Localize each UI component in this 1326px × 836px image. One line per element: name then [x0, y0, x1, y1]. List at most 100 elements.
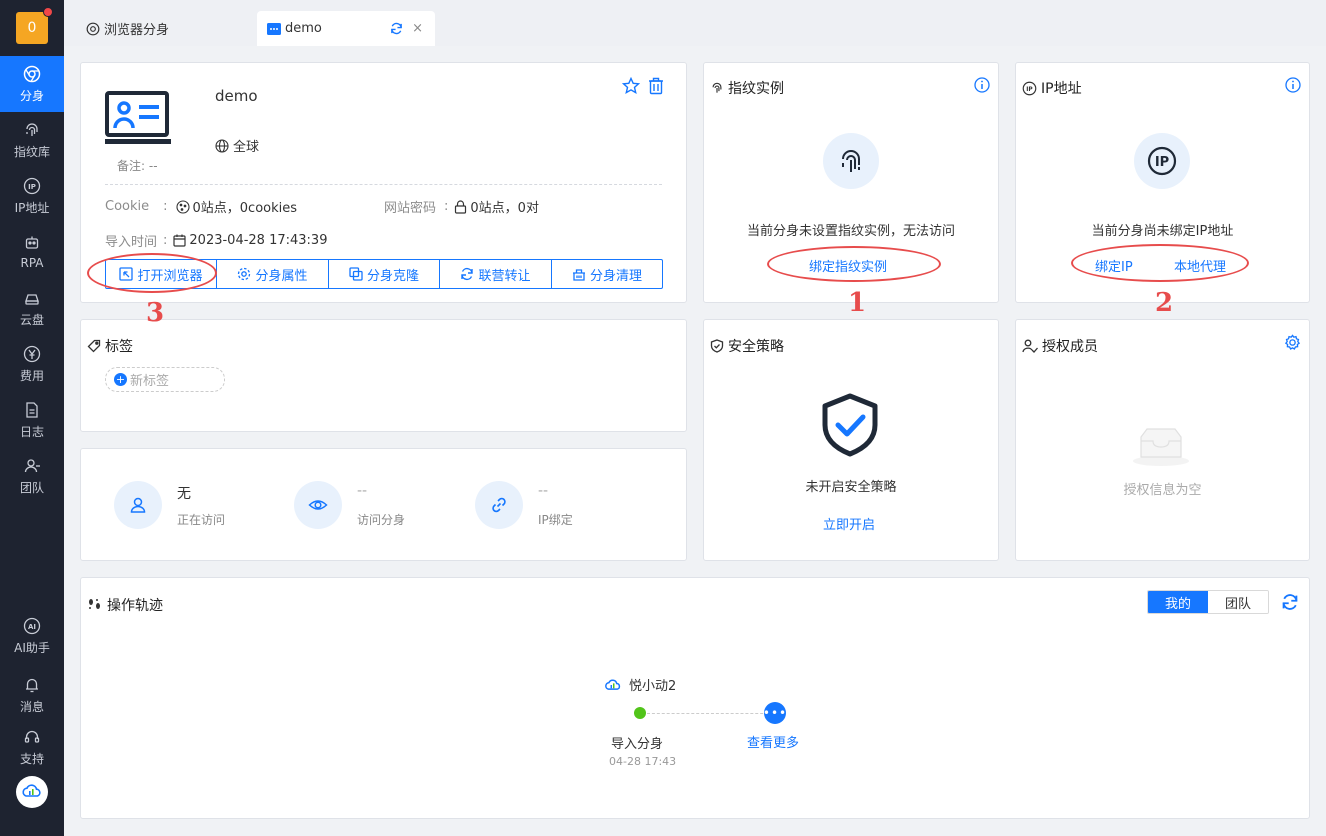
svg-text:IP: IP — [1155, 155, 1169, 170]
info-icon[interactable] — [974, 77, 990, 93]
toggle-team[interactable]: 团队 — [1208, 591, 1268, 613]
tab-bar: 浏览器分身 demo × — [64, 0, 1326, 46]
views-stat-circle — [294, 481, 342, 529]
cookie-label: Cookie — [105, 199, 150, 214]
new-tag-label: 新标签 — [130, 374, 170, 389]
access-value: -- — [357, 483, 368, 499]
svg-text:IP: IP — [28, 183, 36, 191]
panel-title-text: 安全策略 — [728, 339, 784, 355]
settings-gear-icon[interactable] — [1284, 334, 1301, 351]
footprint-icon — [89, 599, 100, 609]
sidebar: 0 分身 指纹库 IP IP地址 RPA 云盘 费用 日志 团队 AI AI助手… — [0, 0, 64, 836]
security-message: 未开启安全策略 — [805, 480, 897, 495]
visiting-label: 正在访问 — [177, 513, 226, 527]
sidebar-item-billing[interactable]: 费用 — [0, 336, 64, 392]
tag-icon — [87, 339, 101, 353]
trail-event-label: 导入分身 — [611, 737, 664, 752]
enable-security-link[interactable]: 立即开启 — [823, 514, 875, 533]
ip-bind-stat-circle — [475, 481, 523, 529]
notification-badge[interactable]: 0 — [16, 7, 53, 44]
profile-properties-button[interactable]: 分身属性 — [217, 260, 329, 288]
annotation-number-1: 1 — [848, 288, 867, 318]
sidebar-item-fingerprints[interactable]: 指纹库 — [0, 112, 64, 168]
svg-text:AI: AI — [28, 623, 36, 631]
fingerprint-illustration — [823, 133, 879, 189]
trail-event-dot — [634, 707, 646, 719]
user-auth-icon — [1022, 339, 1038, 353]
visiting-value: 无 — [177, 486, 191, 502]
robot-icon — [25, 236, 39, 249]
lock-icon — [455, 199, 467, 214]
ip-icon: IP — [1147, 146, 1177, 176]
sidebar-item-label: 分身 — [19, 88, 44, 103]
sidebar-item-team[interactable]: 团队 — [0, 448, 64, 504]
sidebar-item-label: 费用 — [19, 368, 44, 383]
user-icon — [130, 497, 146, 513]
star-icon[interactable] — [622, 77, 640, 95]
sidebar-item-label: 消息 — [19, 699, 44, 714]
operation-trail-panel: 操作轨迹 我的 团队 悦小动2 ••• 导入分身 04-28 17:43 查看更… — [80, 577, 1310, 819]
cloud-drive-icon — [25, 293, 39, 305]
trail-event-time: 04-28 17:43 — [609, 755, 677, 768]
copy-icon — [349, 267, 363, 281]
annotation-number-3: 3 — [146, 298, 165, 328]
sidebar-item-label: RPA — [20, 256, 44, 270]
globe-icon — [215, 138, 229, 153]
sidebar-item-rpa[interactable]: RPA — [0, 224, 64, 280]
user-avatar[interactable] — [16, 776, 48, 808]
new-tag-button[interactable]: + 新标签 — [105, 367, 225, 392]
password-label: 网站密码 — [384, 201, 437, 216]
import-time-row: 导入时间 : 2023-04-28 17:43:39 — [105, 231, 327, 250]
trash-icon[interactable] — [648, 77, 664, 95]
sidebar-item-logs[interactable]: 日志 — [0, 392, 64, 448]
cookie-row: Cookie : 0站点，0cookies — [105, 197, 297, 216]
members-empty-text: 授权信息为空 — [1123, 483, 1202, 498]
button-label: 联营转让 — [478, 268, 531, 284]
more-dots-icon[interactable]: ••• — [763, 702, 786, 724]
trail-user: 悦小动2 — [603, 675, 676, 694]
panel-title-text: 操作轨迹 — [107, 598, 163, 614]
trail-title: 操作轨迹 — [87, 595, 163, 615]
refresh-icon[interactable] — [1281, 593, 1299, 611]
sidebar-item-profiles[interactable]: 分身 — [0, 56, 64, 112]
shield-icon — [710, 339, 724, 353]
sidebar-item-ip[interactable]: IP IP地址 — [0, 168, 64, 224]
members-panel: 授权成员 授权信息为空 — [1015, 319, 1310, 561]
tab-label: demo — [285, 21, 322, 36]
calendar-icon — [173, 234, 187, 247]
sidebar-item-messages[interactable]: 消息 — [0, 667, 64, 723]
profile-note: 备注: -- — [117, 159, 158, 173]
ip-icon: IP — [1022, 81, 1037, 95]
svg-text:IP: IP — [1026, 87, 1033, 93]
transfer-profile-button[interactable]: 联营转让 — [440, 260, 552, 288]
ip-bind-label: IP绑定 — [538, 513, 573, 527]
chrome-icon — [86, 22, 100, 35]
password-row: 网站密码 : 0站点，0对 — [384, 197, 539, 216]
clone-profile-button[interactable]: 分身克隆 — [329, 260, 440, 288]
sidebar-item-label: 日志 — [19, 424, 44, 439]
reload-icon[interactable] — [390, 22, 403, 35]
sidebar-item-label: AI助手 — [14, 640, 50, 655]
toggle-mine[interactable]: 我的 — [1148, 591, 1208, 613]
tab-browser-profiles[interactable]: 浏览器分身 — [86, 11, 169, 46]
button-label: 分身属性 — [255, 268, 308, 284]
plus-icon: + — [114, 373, 127, 386]
headset-icon — [24, 730, 40, 743]
clean-profile-button[interactable]: 分身清理 — [552, 260, 662, 288]
sidebar-item-ai-assistant[interactable]: AI AI助手 — [0, 608, 64, 664]
view-more-link[interactable]: 查看更多 — [747, 732, 799, 751]
annotation-number-2: 2 — [1155, 288, 1174, 318]
fingerprint-icon — [26, 122, 38, 136]
colon: : — [444, 199, 449, 214]
bell-icon — [26, 678, 38, 692]
profile-card-icon — [105, 91, 171, 144]
tab-demo[interactable]: demo × — [257, 11, 435, 46]
sidebar-item-cloud-drive[interactable]: 云盘 — [0, 280, 64, 336]
info-icon[interactable] — [1285, 77, 1301, 93]
sidebar-item-support[interactable]: 支持 — [0, 719, 64, 775]
shield-check-icon — [822, 393, 878, 457]
access-label: 访问分身 — [357, 513, 406, 527]
gear-icon — [238, 267, 251, 281]
transfer-icon — [461, 267, 474, 281]
close-tab-icon[interactable]: × — [412, 21, 423, 36]
